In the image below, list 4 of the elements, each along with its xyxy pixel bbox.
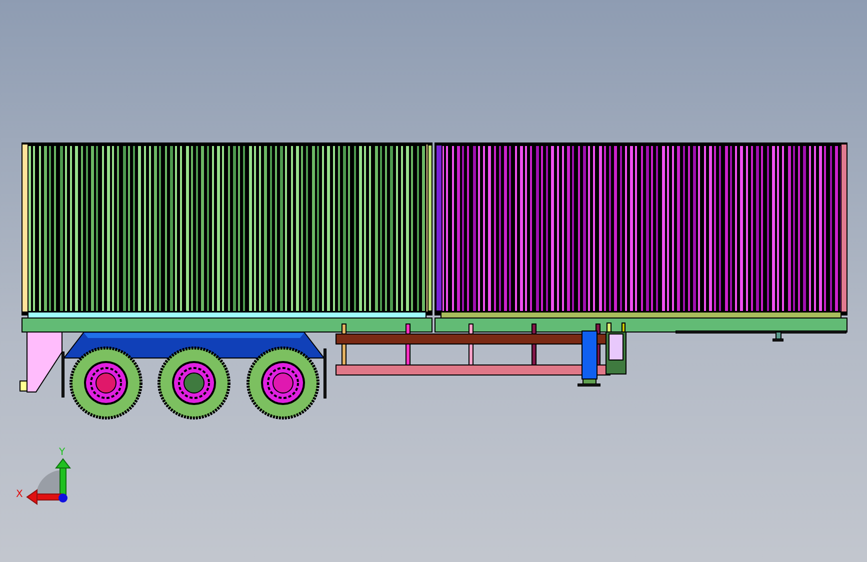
y-axis-label: Y [59,447,66,458]
axis-triad-icon [26,458,72,505]
x-axis-label: X [16,489,23,500]
model-viewport[interactable]: X Y [0,0,867,562]
